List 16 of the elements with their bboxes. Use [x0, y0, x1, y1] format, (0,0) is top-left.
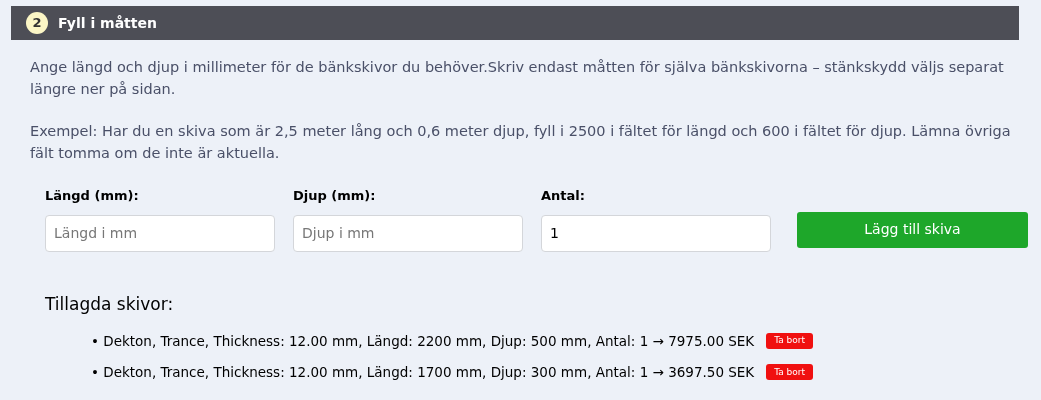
- section-title: Fyll i måtten: [58, 13, 157, 33]
- add-button[interactable]: Lägg till skiva: [797, 211, 1028, 248]
- step-number: 2: [26, 12, 48, 34]
- field-label: Längd (mm):: [45, 187, 140, 205]
- field-label: Antal:: [541, 187, 586, 205]
- added-item: • Dekton, Trance, Thickness: 12.00 mm, Längd: 2200 mm, Djup: 500 mm, Antal: 1 → 7975.00 SEK: [91, 332, 755, 351]
- instruction-text: Ange längd och djup i millimeter för de bänkskivor du behöver.Skriv endast måtten för själva bänkskivorna – stänkskydd väljs separat längre ner på sidan.: [30, 58, 1005, 99]
- remove-button[interactable]: Ta bort: [766, 333, 814, 350]
- added-item: • Dekton, Trance, Thickness: 12.00 mm, Längd: 1700 mm, Djup: 300 mm, Antal: 1 → 3697.50 SEK: [91, 363, 755, 383]
- instruction-text: Exempel: Har du en skiva som är 2,5 meter lång och 0,6 meter djup, fyll i 2500 i fältet för längd och 600 i fältet för djup. Lämna övriga fält tomma om de inte är aktuella.: [30, 122, 1012, 163]
- remove-button[interactable]: Ta bort: [766, 364, 814, 381]
- added-heading: Tillagda skivor:: [44, 292, 174, 316]
- input-field[interactable]: Längd i mm: [45, 214, 275, 252]
- input-field[interactable]: Djup i mm: [293, 214, 523, 252]
- field-label: Djup (mm):: [293, 187, 377, 205]
- input-field[interactable]: 1: [541, 214, 771, 252]
